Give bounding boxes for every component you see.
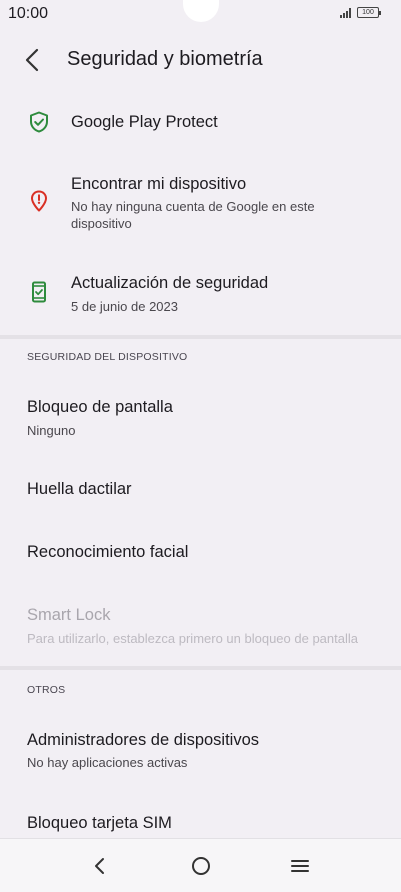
item-title: Huella dactilar bbox=[27, 480, 132, 498]
app-header: Seguridad y biometría bbox=[0, 38, 401, 82]
camera-notch bbox=[183, 0, 219, 22]
section-divider bbox=[0, 666, 401, 670]
section-header-others: OTROS bbox=[27, 684, 66, 696]
item-fingerprint[interactable]: Huella dactilar bbox=[0, 463, 401, 515]
item-title: Smart Lock bbox=[27, 606, 111, 624]
item-title: Bloqueo tarjeta SIM bbox=[27, 814, 172, 832]
section-header-device-security: SEGURIDAD DEL DISPOSITIVO bbox=[27, 351, 188, 363]
battery-level: 100 bbox=[362, 9, 374, 16]
item-sim-lock[interactable]: Bloqueo tarjeta SIM bbox=[0, 800, 401, 838]
back-arrow-icon bbox=[25, 48, 39, 72]
item-title: Reconocimiento facial bbox=[27, 543, 189, 561]
item-subtitle: 5 de junio de 2023 bbox=[71, 299, 178, 314]
settings-screen: 10:00 100 Seguridad y biometría Google P… bbox=[0, 0, 401, 892]
item-title: Encontrar mi dispositivo bbox=[71, 175, 247, 193]
item-find-my-device[interactable]: Encontrar mi dispositivo No hay ninguna … bbox=[0, 165, 401, 240]
status-bar: 10:00 100 bbox=[0, 0, 401, 34]
item-security-update[interactable]: Actualización de seguridad 5 de junio de… bbox=[0, 264, 401, 320]
item-subtitle: Ninguno bbox=[27, 423, 76, 438]
navigation-bar bbox=[0, 838, 401, 892]
section-divider bbox=[0, 335, 401, 339]
back-icon bbox=[95, 858, 104, 874]
item-title: Actualización de seguridad bbox=[71, 274, 269, 292]
battery-icon: 100 bbox=[357, 7, 381, 18]
item-title: Bloqueo de pantalla bbox=[27, 398, 173, 416]
item-title: Administradores de dispositivos bbox=[27, 731, 260, 749]
item-google-play-protect[interactable]: Google Play Protect bbox=[0, 100, 401, 146]
item-subtitle: Para utilizarlo, establezca primero un b… bbox=[27, 631, 358, 646]
nav-back-button[interactable] bbox=[87, 853, 113, 879]
nav-recents-button[interactable] bbox=[287, 853, 313, 879]
back-button[interactable] bbox=[22, 46, 46, 74]
item-title: Google Play Protect bbox=[71, 113, 218, 131]
item-subtitle: No hay ninguna cuenta de Google en este … bbox=[71, 199, 315, 231]
item-face-recognition[interactable]: Reconocimiento facial bbox=[0, 526, 401, 578]
shield-check-icon bbox=[30, 111, 48, 133]
nav-home-button[interactable] bbox=[188, 853, 214, 879]
location-alert-icon bbox=[31, 190, 47, 212]
status-icons: 100 bbox=[340, 7, 381, 18]
home-icon bbox=[192, 857, 210, 875]
status-time: 10:00 bbox=[8, 5, 49, 22]
item-subtitle: No hay aplicaciones activas bbox=[27, 755, 188, 770]
item-screen-lock[interactable]: Bloqueo de pantalla Ninguno bbox=[0, 385, 401, 447]
page-title: Seguridad y biometría bbox=[67, 48, 263, 70]
security-update-icon bbox=[32, 281, 46, 303]
item-smart-lock: Smart Lock Para utilizarlo, establezca p… bbox=[0, 596, 401, 656]
menu-icon bbox=[291, 860, 309, 872]
signal-icon bbox=[340, 7, 351, 18]
item-device-admins[interactable]: Administradores de dispositivos No hay a… bbox=[0, 718, 401, 780]
